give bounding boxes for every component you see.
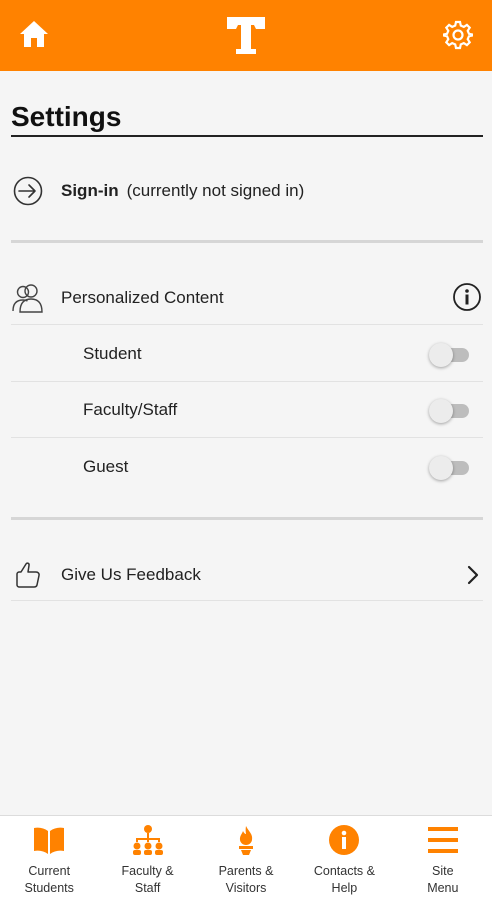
- tab-label: Site Menu: [427, 864, 459, 895]
- nav-site-menu[interactable]: Site Menu: [394, 816, 492, 900]
- torch-icon: [229, 823, 263, 857]
- thumbs-up-icon: [11, 558, 45, 592]
- row-divider: [11, 437, 483, 438]
- nav-current-students[interactable]: Current Students: [0, 816, 98, 900]
- toggle-knob: [429, 343, 453, 367]
- tab-label: Contacts & Help: [313, 864, 375, 895]
- option-label: Faculty/Staff: [83, 400, 178, 419]
- title-underline: [11, 135, 483, 137]
- nav-faculty-staff[interactable]: Faculty & Staff: [98, 816, 196, 900]
- top-app-bar: [0, 0, 492, 71]
- option-label: Student: [83, 344, 142, 363]
- org-chart-icon: [131, 823, 165, 857]
- power-t-logo[interactable]: [225, 14, 267, 56]
- tab-label: Parents & Visitors: [218, 864, 274, 895]
- sign-in-status: (currently not signed in): [126, 181, 305, 200]
- sign-in-label: Sign-in: [61, 181, 119, 200]
- tab-label: Faculty & Staff: [121, 864, 174, 895]
- sign-in-row[interactable]: Sign-in (currently not signed in): [11, 171, 483, 211]
- personalized-content-row: Personalized Content: [11, 278, 483, 318]
- chevron-right-icon: [467, 565, 479, 585]
- option-label: Guest: [83, 457, 129, 476]
- nav-parents-visitors[interactable]: Parents & Visitors: [197, 816, 295, 900]
- personalized-option-student: Student: [83, 326, 483, 382]
- personalized-content-label: Personalized Content: [61, 288, 224, 307]
- sign-in-icon: [11, 174, 45, 208]
- info-circle-icon: [327, 823, 361, 857]
- tab-label: Current Students: [24, 864, 74, 895]
- book-icon: [32, 823, 66, 857]
- personalized-option-guest: Guest: [83, 439, 483, 495]
- give-feedback-row[interactable]: Give Us Feedback: [11, 555, 483, 595]
- users-icon: [11, 281, 45, 315]
- row-divider: [11, 600, 483, 601]
- menu-icon: [426, 823, 460, 857]
- section-divider: [11, 517, 483, 520]
- toggle-knob: [429, 456, 453, 480]
- nav-contacts-help[interactable]: Contacts & Help: [295, 816, 393, 900]
- home-icon[interactable]: [18, 18, 50, 50]
- page-title: Settings: [11, 101, 122, 132]
- row-divider: [11, 324, 483, 325]
- section-divider: [11, 240, 483, 243]
- faculty-staff-toggle[interactable]: [429, 398, 469, 423]
- personalized-option-faculty-staff: Faculty/Staff: [83, 382, 483, 438]
- guest-toggle[interactable]: [429, 455, 469, 480]
- bottom-navigation: Current Students Faculty & Staff Parents…: [0, 815, 492, 900]
- info-icon[interactable]: [452, 282, 482, 312]
- settings-content: Settings Sign-in (currently not signed i…: [0, 71, 492, 815]
- give-feedback-label: Give Us Feedback: [61, 565, 201, 584]
- gear-icon[interactable]: [443, 20, 473, 50]
- student-toggle[interactable]: [429, 342, 469, 367]
- toggle-knob: [429, 399, 453, 423]
